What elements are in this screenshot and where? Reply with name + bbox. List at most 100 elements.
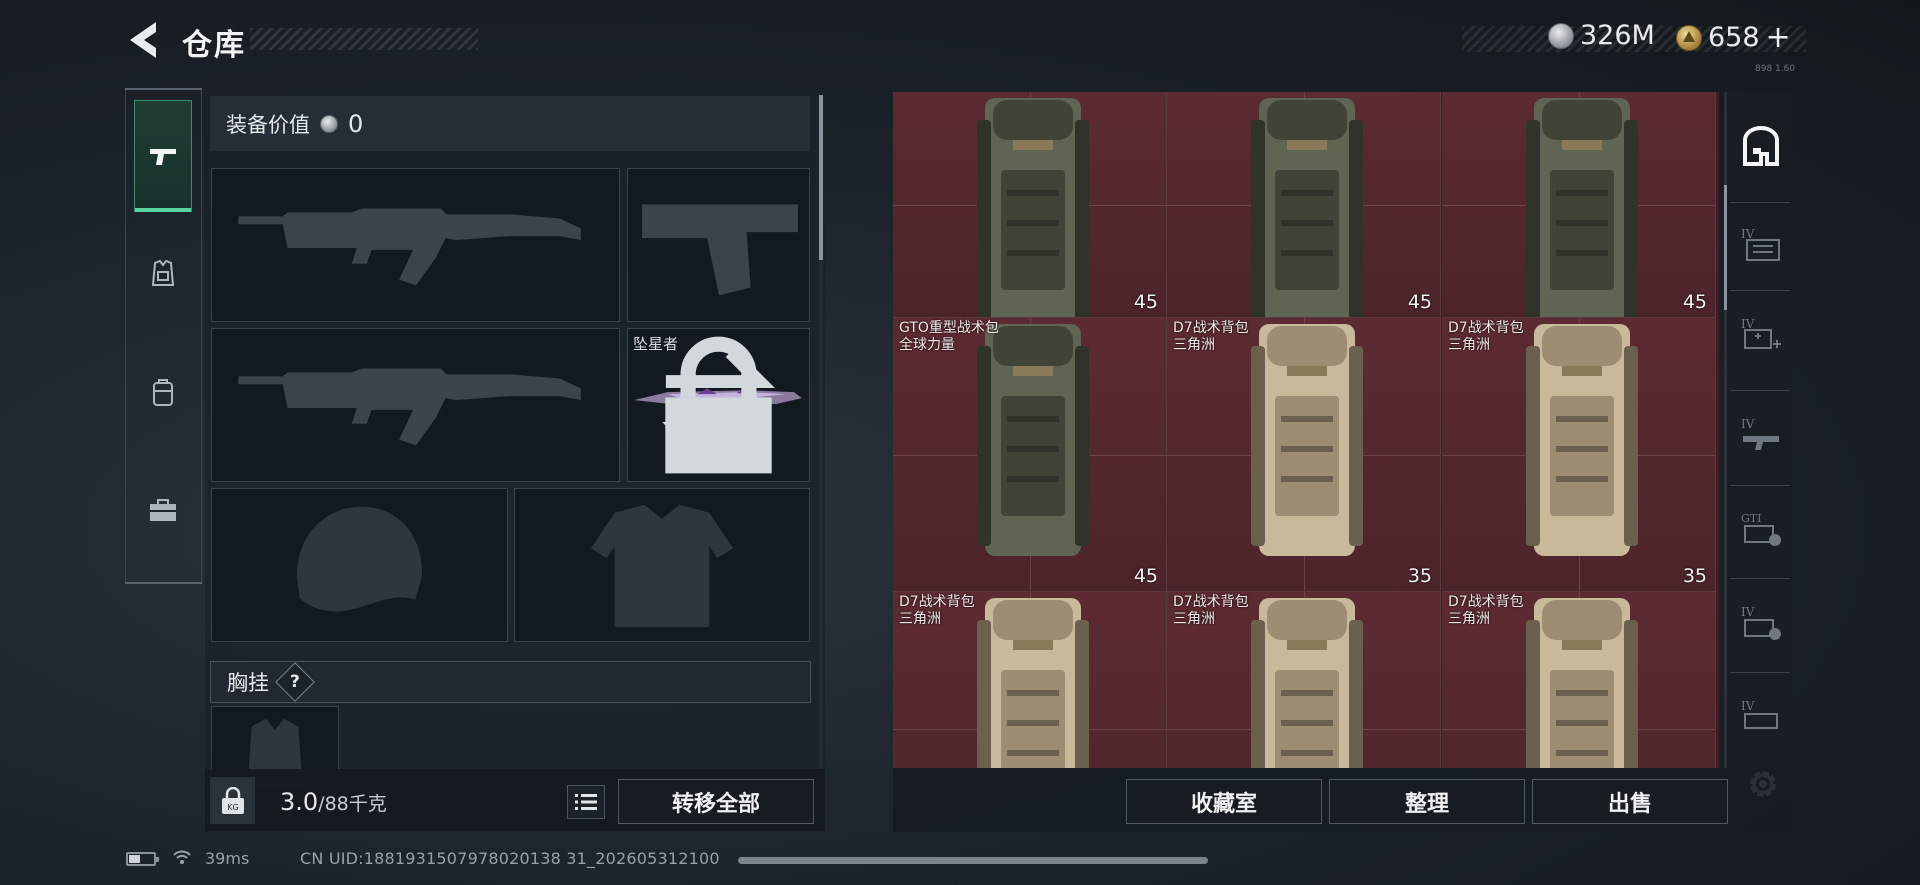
backpack-image-icon <box>977 598 1089 768</box>
weight-lock-icon: KG <box>221 786 244 814</box>
helmet-slot[interactable] <box>211 488 508 642</box>
svg-text:IV: IV <box>1741 605 1755 619</box>
sell-button[interactable]: 出售 <box>1532 779 1728 824</box>
weight-lock-button[interactable]: KG <box>210 777 255 824</box>
svg-text:IV: IV <box>1741 317 1755 331</box>
item-capacity: 35 <box>1408 565 1432 587</box>
chest-rig-label: 胸挂 <box>227 671 269 695</box>
item-capacity-value: 45 <box>1133 291 1158 313</box>
item-title: GTO重型战术包 <box>899 320 999 336</box>
melee-slot[interactable]: 坠星者 <box>627 328 810 482</box>
secondary-weapon-slot[interactable] <box>211 328 620 482</box>
equipment-value-bar: 装备价值 0 <box>210 96 810 151</box>
backpack-image-icon <box>1526 598 1638 768</box>
silver-coin-icon <box>1548 22 1574 49</box>
inventory-item[interactable]: 45 <box>1167 92 1441 318</box>
filter-tier-iv-armor[interactable]: IV <box>1735 588 1787 660</box>
tier-iv-container-icon: IV <box>1741 227 1780 261</box>
item-capacity: 45 <box>1134 291 1158 313</box>
tab-toolbox[interactable] <box>134 454 192 566</box>
add-currency-button[interactable]: + <box>1766 20 1791 55</box>
inventory-item[interactable]: 45 <box>893 92 1167 318</box>
category-divider <box>1730 672 1790 673</box>
sort-button[interactable]: 整理 <box>1329 779 1525 824</box>
filter-all[interactable] <box>1735 112 1787 184</box>
collection-room-button[interactable]: 收藏室 <box>1126 779 1322 824</box>
tab-chest-rig[interactable] <box>134 218 192 330</box>
inventory-item[interactable]: D7战术背包 三角洲 35 <box>1167 318 1441 592</box>
backpack-image-icon <box>1251 98 1363 317</box>
back-arrow-icon[interactable] <box>126 20 160 60</box>
home-indicator[interactable] <box>738 857 1208 864</box>
tab-backpack[interactable] <box>134 336 192 448</box>
user-uid: CN UID:1881931507978020138 31_2026053121… <box>300 849 720 868</box>
tier-iv-armor-icon: IV <box>1741 605 1781 640</box>
item-source: 三角洲 <box>1448 337 1490 353</box>
all-items-icon <box>1743 126 1779 166</box>
inventory-item[interactable]: D7战术背包 三角洲 <box>893 592 1167 768</box>
tier-iv-misc-icon: IV <box>1741 699 1778 729</box>
weight-lock-label: KG <box>227 803 238 812</box>
gti-ammo-icon: GTI <box>1741 512 1781 546</box>
svg-text:GTI: GTI <box>1741 512 1761 525</box>
inventory-item[interactable]: D7战术背包 三角洲 <box>1442 592 1716 768</box>
help-icon: ? <box>290 672 300 692</box>
category-divider <box>1730 202 1790 203</box>
equipment-value: 0 <box>348 109 364 138</box>
sidearm-slot[interactable] <box>627 168 810 322</box>
filter-tier-iv-misc[interactable]: IV <box>1735 682 1787 754</box>
gold-amount: 658 <box>1708 22 1760 53</box>
equipment-scroll-thumb[interactable] <box>819 95 823 260</box>
inventory-item[interactable]: 45 <box>1442 92 1716 318</box>
backpack-image-icon <box>1526 98 1638 317</box>
svg-text:IV: IV <box>1741 227 1755 241</box>
rifle-silhouette-icon <box>238 208 581 286</box>
weight-display: 3.0/88千克 <box>280 788 387 816</box>
item-capacity: 45 <box>1134 565 1158 587</box>
svg-text:IV: IV <box>1741 699 1755 713</box>
item-title: D7战术背包 <box>899 594 975 610</box>
backpack-image-icon <box>977 324 1089 556</box>
backpack-image-icon <box>1526 324 1638 556</box>
gold-currency[interactable]: 658 + <box>1676 20 1791 55</box>
help-button[interactable]: ? <box>275 662 315 702</box>
filter-tier-iv-medical[interactable]: IV <box>1735 300 1787 372</box>
chest-rig-icon <box>151 259 175 286</box>
wifi-icon <box>173 850 191 864</box>
item-name: D7战术背包 三角洲 <box>1173 320 1249 354</box>
backpack-image-icon <box>1251 598 1363 768</box>
filter-gti-ammo[interactable]: GTI <box>1735 494 1787 566</box>
pistol-silhouette-icon <box>642 204 798 296</box>
silver-currency[interactable]: 326M <box>1548 20 1655 51</box>
filter-tier-iv-container[interactable]: IV <box>1735 210 1787 282</box>
inventory-scroll-thumb[interactable] <box>1724 185 1727 310</box>
inventory-item[interactable]: D7战术背包 三角洲 <box>1167 592 1441 768</box>
list-view-button[interactable] <box>567 785 605 819</box>
inventory-item[interactable]: GTO重型战术包 全球力量 45 <box>893 318 1167 592</box>
equipment-value-label: 装备价值 <box>226 112 310 137</box>
item-title: D7战术背包 <box>1173 594 1249 610</box>
backpack-image-icon <box>1251 324 1363 556</box>
svg-text:IV: IV <box>1741 417 1755 431</box>
title-decoration <box>250 28 478 50</box>
rifle-silhouette-icon <box>238 368 581 446</box>
tier-iv-weapon-icon: IV <box>1741 417 1779 450</box>
inventory-item[interactable]: D7战术背包 三角洲 35 <box>1442 318 1716 592</box>
filter-tier-iv-weapon[interactable]: IV <box>1735 400 1787 472</box>
tab-weapons[interactable] <box>134 100 192 212</box>
category-divider <box>1730 578 1790 579</box>
item-name: D7战术背包 三角洲 <box>1173 594 1249 628</box>
backpack-icon <box>153 379 173 406</box>
transfer-all-button[interactable]: 转移全部 <box>618 779 814 824</box>
silver-amount: 326M <box>1580 20 1655 51</box>
armor-silhouette-icon <box>590 504 734 628</box>
pistol-icon <box>150 149 176 165</box>
item-source: 三角洲 <box>1173 611 1215 627</box>
item-title: D7战术背包 <box>1448 594 1524 610</box>
tier-iv-medical-icon: IV <box>1741 317 1781 349</box>
armor-slot[interactable] <box>514 488 810 642</box>
primary-weapon-slot[interactable] <box>211 168 620 322</box>
max-weight: /88千克 <box>318 793 387 815</box>
silver-coin-icon <box>320 114 338 133</box>
item-capacity: 45 <box>1408 291 1432 313</box>
